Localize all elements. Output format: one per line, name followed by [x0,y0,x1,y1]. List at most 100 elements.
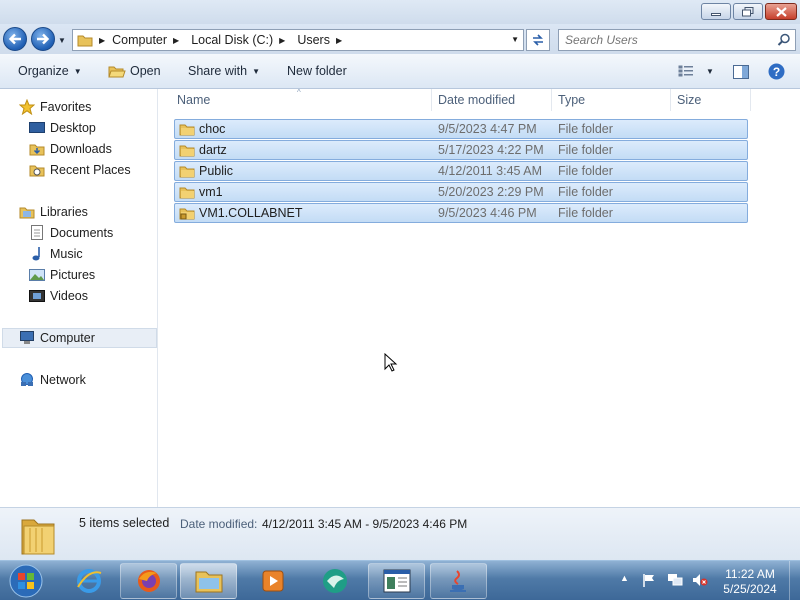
file-name: VM1.COLLABNET [199,206,303,220]
folder-icon [179,166,195,178]
mouse-cursor-icon [384,353,398,372]
taskbar: ▲ 11:22 AM 5/25/2024 [0,560,800,600]
search-input[interactable] [565,33,765,47]
recent-places-icon [29,162,45,178]
multiple-folders-icon [21,519,55,555]
taskbar-java-button[interactable] [430,563,487,599]
file-row[interactable]: choc 9/5/2023 4:47 PM File folder [174,119,748,139]
network-icon [19,372,35,388]
network-status-icon[interactable] [667,573,683,587]
show-desktop-button[interactable] [789,561,800,600]
file-date: 9/5/2023 4:46 PM [438,206,537,220]
column-header-type[interactable]: Type [552,89,671,111]
taskbar-window-button[interactable] [368,563,425,599]
column-header-date[interactable]: Date modified [432,89,552,111]
explorer-icon [195,571,222,593]
taskbar-explorer-button[interactable] [180,563,237,599]
breadcrumb-users[interactable]: Users ▶ [297,33,350,47]
organize-button[interactable]: Organize ▼ [18,64,82,78]
refresh-icon [533,34,543,46]
system-clock[interactable]: 11:22 AM 5/25/2024 [718,567,782,597]
taskbar-app-button[interactable] [306,563,363,599]
folder-icon [179,187,195,199]
file-name: choc [199,122,226,136]
svg-text:?: ? [773,65,780,79]
app-globe-icon [322,569,347,593]
open-button[interactable]: Open [108,64,161,78]
forward-button[interactable] [31,27,55,51]
taskbar-media-player-button[interactable] [244,563,301,599]
folder-icon [179,145,195,157]
file-type: File folder [558,206,613,220]
start-button[interactable] [6,563,46,599]
minimize-icon [711,13,721,16]
volume-muted-icon[interactable] [692,573,708,587]
nav-libraries[interactable]: Libraries [19,202,176,222]
nav-computer[interactable]: Computer [2,328,157,348]
star-icon [19,99,35,115]
locked-folder-icon [179,208,195,220]
java-icon [449,570,466,592]
address-dropdown-icon[interactable]: ▼ [511,35,519,44]
refresh-button[interactable] [526,29,550,51]
folder-icon [77,35,93,47]
documents-icon [29,225,45,241]
clock-date: 5/25/2024 [723,582,777,596]
command-bar: Organize ▼ Open Share with ▼ New folder ▼ … [0,54,800,89]
windows-start-icon [9,564,43,598]
file-date: 4/12/2011 3:45 AM [438,164,543,178]
pictures-icon [29,267,45,283]
file-date: 5/20/2023 2:29 PM [438,185,544,199]
file-type: File folder [558,164,613,178]
column-header-size[interactable]: Size [671,89,751,111]
recent-pages-dropdown[interactable]: ▼ [58,36,66,45]
nav-network[interactable]: Network [19,370,176,390]
file-row[interactable]: VM1.COLLABNET 9/5/2023 4:46 PM File fold… [174,203,748,223]
new-folder-button[interactable]: New folder [287,64,347,78]
libraries-icon [19,204,35,220]
column-header-name[interactable]: Name [171,89,432,111]
help-icon: ? [768,63,785,80]
downloads-folder-icon [29,141,45,157]
search-box[interactable] [558,29,796,51]
breadcrumb-computer[interactable]: Computer ▶ [112,33,187,47]
details-pane: 5 items selected Date modified: 4/12/201… [0,507,800,560]
nav-favorites[interactable]: Favorites [19,97,176,117]
title-bar [0,0,800,24]
action-center-flag-icon[interactable] [642,573,656,587]
taskbar-ie-button[interactable] [60,563,117,599]
firefox-icon [137,570,160,592]
file-row[interactable]: vm1 5/20/2023 2:29 PM File folder [174,182,748,202]
close-button[interactable] [765,3,797,20]
window-app-icon [383,569,410,593]
restore-button[interactable] [733,3,763,20]
change-view-button[interactable]: ▼ [678,65,714,77]
close-icon [775,6,787,17]
search-icon[interactable] [777,33,791,47]
file-date: 5/17/2023 4:22 PM [438,143,544,157]
file-type: File folder [558,122,613,136]
share-with-button[interactable]: Share with ▼ [188,64,260,78]
show-hidden-icons-button[interactable]: ▲ [620,573,629,583]
file-list: ^ Name Date modified Type Size choc 9/5/… [159,88,800,507]
file-row[interactable]: dartz 5/17/2023 4:22 PM File folder [174,140,748,160]
clock-time: 11:22 AM [725,567,775,581]
taskbar-firefox-button[interactable] [120,563,177,599]
minimize-button[interactable] [701,3,731,20]
back-button[interactable] [3,27,27,51]
file-row[interactable]: Public 4/12/2011 3:45 AM File folder [174,161,748,181]
file-type: File folder [558,143,613,157]
address-bar[interactable]: ▶ Computer ▶ Local Disk (C:) ▶ Users ▶ ▼ [72,29,524,51]
date-modified-label: Date modified: [180,517,258,531]
breadcrumb-local-disk[interactable]: Local Disk (C:) ▶ [191,33,293,47]
help-button[interactable]: ? [768,63,785,80]
computer-icon [19,330,35,346]
address-row: ▼ ▶ Computer ▶ Local Disk (C:) ▶ Users ▶ ▼ [0,24,800,54]
restore-icon [742,6,754,16]
file-date: 9/5/2023 4:47 PM [438,122,537,136]
preview-pane-button[interactable] [733,65,749,79]
date-modified-value: 4/12/2011 3:45 AM - 9/5/2023 4:46 PM [262,517,468,531]
music-icon [29,246,45,262]
internet-explorer-icon [76,569,101,593]
desktop-icon [29,120,45,136]
